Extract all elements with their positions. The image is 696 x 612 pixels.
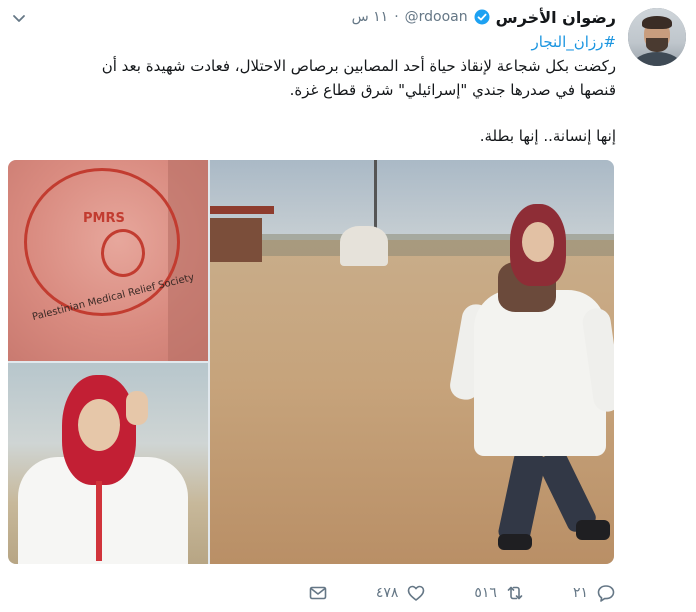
media-grid: PMRS Palestinian Medical Relief Society <box>8 160 614 564</box>
avatar-hair <box>642 16 672 29</box>
medic-right-shoe <box>576 520 610 540</box>
tweet-line-3: إنها إنسانة.. إنها بطلة. <box>479 127 616 145</box>
photo-running-medic[interactable] <box>210 160 614 564</box>
photo-canopy <box>210 206 274 214</box>
photo-tent <box>340 226 388 266</box>
tweet-actions: ٢١ ٥١٦ ٤٧٨ <box>308 578 616 608</box>
user-handle[interactable]: @rdooan <box>405 9 468 25</box>
reply-button[interactable]: ٢١ <box>573 583 616 603</box>
reply-count: ٢١ <box>572 585 588 601</box>
tweet-text: #رزان_النجار ركضت بكل شجاعة لإنقاذ حياة … <box>96 30 616 148</box>
photo-vest-patch[interactable]: PMRS Palestinian Medical Relief Society <box>8 160 208 361</box>
avatar-beard <box>646 38 668 52</box>
avatar[interactable] <box>628 8 686 66</box>
pmrs-emblem-icon <box>101 229 145 277</box>
hashtag-link[interactable]: #رزان_النجار <box>532 33 617 51</box>
pmrs-label: PMRS <box>83 211 125 226</box>
retweet-count: ٥١٦ <box>474 585 497 601</box>
portrait-hand <box>126 391 148 425</box>
user-name[interactable]: رضوان الأخرس <box>496 8 616 27</box>
verified-badge-icon <box>474 9 490 25</box>
portrait-face <box>78 399 120 451</box>
medic-face <box>522 222 554 262</box>
medic-left-shoe <box>498 534 532 550</box>
reply-icon <box>597 585 615 602</box>
tweet-line-2: قنصها في صدرها جندي "إسرائيلي" شرق قطاع … <box>289 81 616 99</box>
retweet-button[interactable]: ٥١٦ <box>474 583 525 603</box>
running-medic-figure <box>447 204 614 564</box>
like-button[interactable]: ٤٧٨ <box>376 583 427 603</box>
tweet-time[interactable]: ١١ س <box>352 9 389 25</box>
portrait-lanyard <box>96 481 102 561</box>
retweet-icon <box>507 586 523 600</box>
tweet-line-1: ركضت بكل شجاعة لإنقاذ حياة أحد المصابين … <box>101 57 616 75</box>
direct-message-button[interactable] <box>308 583 328 603</box>
like-count: ٤٧٨ <box>375 585 399 601</box>
separator-dot: · <box>394 9 399 25</box>
photo-portrait[interactable] <box>8 363 208 564</box>
tweet-menu-chevron-icon[interactable] <box>12 12 26 26</box>
pmrs-badge-inner: PMRS <box>83 211 159 283</box>
heart-icon <box>408 585 425 601</box>
tweet-header: رضوان الأخرس @rdooan · ١١ س <box>352 6 616 28</box>
envelope-icon <box>309 586 327 600</box>
photo-vehicle <box>210 218 262 262</box>
